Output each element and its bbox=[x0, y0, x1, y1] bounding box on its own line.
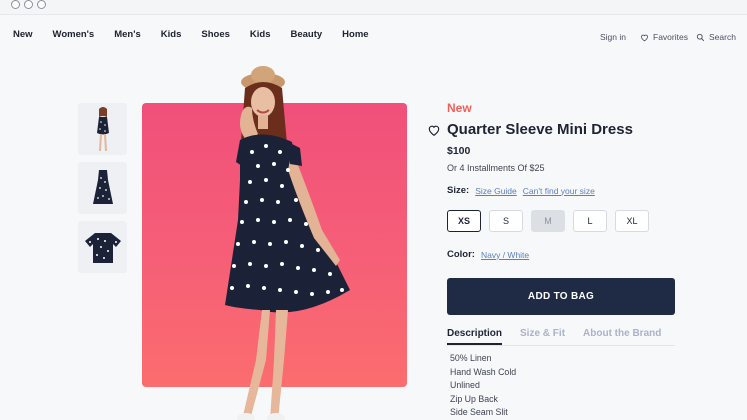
size-selector: XS S M L XL bbox=[447, 210, 649, 232]
dress-thumbnail-image bbox=[92, 170, 113, 204]
browser-chrome bbox=[0, 0, 747, 15]
search-label: Search bbox=[709, 32, 736, 42]
nav-item-kids-2[interactable]: Kids bbox=[250, 29, 271, 40]
nav-item-beauty[interactable]: Beauty bbox=[290, 29, 322, 40]
color-value-link[interactable]: Navy / White bbox=[481, 250, 529, 260]
size-button-xs[interactable]: XS bbox=[447, 210, 481, 232]
search-icon bbox=[696, 33, 705, 41]
nav-item-mens[interactable]: Men's bbox=[114, 29, 141, 40]
window-control-dot[interactable] bbox=[24, 0, 33, 9]
cant-find-size-link[interactable]: Can't find your size bbox=[523, 186, 595, 196]
product-title: Quarter Sleeve Mini Dress bbox=[447, 121, 633, 138]
thumbnail-model[interactable] bbox=[78, 103, 127, 155]
list-item: Hand Wash Cold bbox=[450, 366, 517, 377]
product-page: New Women's Men's Kids Shoes Kids Beauty… bbox=[0, 15, 747, 420]
heart-icon bbox=[641, 34, 648, 41]
favorites-label: Favorites bbox=[653, 32, 688, 42]
tab-about-brand[interactable]: About the Brand bbox=[583, 328, 661, 345]
search-link[interactable]: Search bbox=[696, 32, 736, 42]
size-guide-link[interactable]: Size Guide bbox=[475, 186, 517, 196]
model-photo bbox=[225, 66, 350, 420]
window-control-dot[interactable] bbox=[11, 0, 20, 9]
list-item: Side Seam Slit bbox=[450, 407, 508, 417]
size-button-s[interactable]: S bbox=[489, 210, 523, 232]
main-nav: New Women's Men's Kids Shoes Kids Beauty… bbox=[13, 29, 389, 40]
size-button-m[interactable]: M bbox=[531, 210, 565, 232]
nav-item-womens[interactable]: Women's bbox=[53, 29, 95, 40]
info-tabs: Description Size & Fit About the Brand bbox=[447, 328, 661, 345]
sign-in-link[interactable]: Sign in bbox=[600, 32, 626, 42]
thumbnail-dress-top[interactable] bbox=[78, 221, 127, 273]
color-label: Color: bbox=[447, 249, 475, 260]
nav-item-shoes[interactable]: Shoes bbox=[201, 29, 230, 40]
list-item: Unlined bbox=[450, 380, 480, 390]
tab-size-fit[interactable]: Size & Fit bbox=[520, 328, 565, 345]
window-control-dot[interactable] bbox=[37, 0, 46, 9]
nav-item-kids[interactable]: Kids bbox=[161, 29, 182, 40]
color-row: Color: Navy / White bbox=[447, 249, 529, 260]
nav-item-new[interactable]: New bbox=[13, 29, 33, 40]
tabs-divider bbox=[447, 345, 675, 346]
favorite-heart-icon[interactable] bbox=[427, 123, 441, 137]
tab-description[interactable]: Description bbox=[447, 328, 503, 345]
product-price: $100 bbox=[447, 145, 471, 157]
size-button-xl[interactable]: XL bbox=[615, 210, 649, 232]
nav-item-home[interactable]: Home bbox=[342, 29, 368, 40]
size-button-l[interactable]: L bbox=[573, 210, 607, 232]
size-label: Size: bbox=[447, 185, 470, 196]
size-row: Size: Size Guide Can't find your size bbox=[447, 185, 595, 196]
list-item: 50% Linen bbox=[450, 353, 492, 363]
favorites-link[interactable]: Favorites bbox=[640, 32, 688, 42]
thumbnail-dress-front[interactable] bbox=[78, 162, 127, 214]
add-to-bag-button[interactable]: ADD TO BAG bbox=[447, 278, 675, 315]
new-badge: New bbox=[447, 101, 472, 115]
description-list: 50% Linen Hand Wash Cold Unlined Zip Up … bbox=[450, 352, 516, 420]
top-thumbnail-image bbox=[84, 233, 121, 263]
list-item: Zip Up Back bbox=[450, 393, 498, 404]
model-thumbnail-image bbox=[96, 107, 109, 152]
installments-text: Or 4 Installments Of $25 bbox=[447, 163, 545, 173]
sign-in-label: Sign in bbox=[600, 32, 626, 42]
